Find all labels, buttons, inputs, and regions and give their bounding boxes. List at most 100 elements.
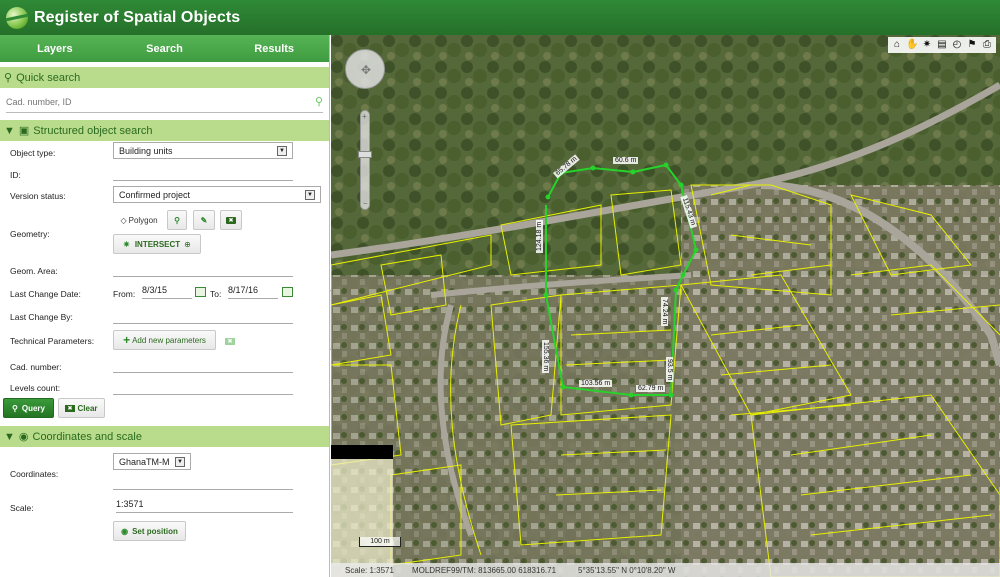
measurement-label: 74.24 m: [661, 297, 668, 327]
flag-icon[interactable]: ⚑: [966, 39, 978, 51]
version-status-select[interactable]: Confirmed project ▼: [113, 186, 321, 203]
erase-icon: ✖: [65, 404, 75, 412]
cad-number-label: Cad. number:: [10, 362, 62, 372]
dropdown-arrow-icon: ▼: [175, 456, 185, 467]
quick-search-title: Quick search: [16, 71, 81, 84]
tab-results[interactable]: Results: [219, 35, 329, 62]
crs-select[interactable]: GhanaTM-M ▼: [113, 453, 191, 470]
measurement-label: 103.56 m: [579, 380, 613, 387]
dropdown-arrow-icon: ▼: [277, 145, 287, 156]
measurement-label: 62.79 m: [636, 385, 666, 392]
search-icon: ⚲: [4, 72, 13, 84]
to-label: To:: [210, 289, 222, 299]
id-label: ID:: [10, 170, 21, 180]
quick-search-header[interactable]: ⚲ Quick search: [0, 66, 329, 88]
set-position-label: Set position: [132, 526, 178, 536]
zoom-search-icon: ⚲: [174, 215, 180, 225]
erase-icon: ✖: [226, 216, 236, 224]
cad-number-field[interactable]: [113, 372, 293, 373]
home-icon[interactable]: ⌂: [891, 39, 903, 51]
target-icon: ◉: [18, 431, 29, 443]
clock-icon[interactable]: ◴: [951, 39, 963, 51]
remove-parameters-button[interactable]: ✖: [220, 331, 240, 351]
calendar-icon[interactable]: [282, 287, 293, 297]
levels-count-field[interactable]: [113, 394, 293, 395]
structured-search-title: Structured object search: [33, 124, 153, 137]
measurement-label: 124.18 m: [536, 219, 543, 253]
set-position-button[interactable]: ◉ Set position: [113, 521, 186, 541]
geom-area-label: Geom. Area:: [10, 266, 58, 276]
query-button[interactable]: ⚲ Query: [3, 398, 54, 418]
query-label: Query: [21, 403, 45, 413]
status-geographic-coordinates: 5°35'13.55" N 0°10'8.20" W: [578, 565, 676, 575]
last-change-date-label: Last Change Date:: [10, 289, 81, 299]
map-view[interactable]: 60.6 m 65.78 m 115.43 m 124.18 m 155.36 m 74.…: [331, 35, 1000, 577]
polygon-button[interactable]: ◇ Polygon: [113, 210, 165, 230]
calendar-icon[interactable]: [195, 287, 206, 297]
form-icon: ▣: [18, 125, 30, 137]
from-date-input[interactable]: 8/3/15: [142, 284, 192, 299]
tech-params-label: Technical Parameters:: [10, 336, 95, 346]
measurement-label: 60.6 m: [613, 157, 639, 164]
scale-label: Scale:: [10, 503, 34, 513]
tab-search[interactable]: Search: [110, 35, 220, 62]
coordinates-title: Coordinates and scale: [32, 430, 142, 443]
scale-input[interactable]: 1:3571: [116, 498, 293, 513]
version-status-label: Version status:: [10, 191, 66, 201]
measurement-label: 93.5 m: [666, 357, 673, 383]
quick-search-icon[interactable]: ⚲: [315, 95, 323, 108]
add-parameters-button[interactable]: + Add new parameters: [113, 330, 216, 350]
zoom-to-geometry-button[interactable]: ⚲: [167, 210, 187, 230]
geom-area-field[interactable]: [113, 276, 293, 277]
object-type-select[interactable]: Building units ▼: [113, 142, 293, 159]
plus-icon: +: [123, 333, 131, 347]
tab-bar: Layers Search Results: [0, 35, 329, 62]
person-icon[interactable]: ✷: [921, 39, 933, 51]
intersect-label: INTERSECT: [134, 239, 181, 249]
status-projected-coordinates: MOLDREF99/TM: 813665.00 618316.71: [411, 565, 557, 575]
app-header: Register of Spatial Objects: [0, 0, 1000, 35]
zoom-out-icon[interactable]: −: [363, 199, 368, 208]
pan-arrows-icon: ✥: [360, 63, 372, 77]
coordinates-label: Coordinates:: [10, 469, 59, 479]
pan-control[interactable]: ✥: [345, 49, 385, 89]
status-bar: Scale: 1:3571 MOLDREF99/TM: 813665.00 61…: [331, 563, 1000, 577]
geometry-label: Geometry:: [10, 229, 50, 239]
object-type-value: Building units: [119, 145, 173, 156]
structured-search-header[interactable]: ▼ ▣ Structured object search: [0, 119, 329, 141]
zoom-in-icon[interactable]: +: [362, 112, 367, 121]
pan-icon[interactable]: ✋: [906, 39, 918, 51]
version-status-value: Confirmed project: [119, 189, 191, 200]
last-change-by-field[interactable]: [113, 323, 293, 324]
zoom-handle[interactable]: [358, 151, 372, 158]
clear-button[interactable]: ✖ Clear: [58, 398, 105, 418]
last-change-by-label: Last Change By:: [10, 312, 73, 322]
measurement-label: 155.36 m: [542, 340, 549, 374]
quick-search-input[interactable]: [6, 96, 286, 107]
dropdown-arrow-icon: ▼: [305, 189, 315, 200]
structured-form: Object type: Building units ▼ ID: Versio…: [0, 35, 330, 577]
chevron-down-icon: ⊕: [184, 239, 191, 249]
map-toolbar: ⌂ ✋ ✷ ▤ ◴ ⚑ ⎙: [888, 37, 996, 53]
person-icon: ✷: [123, 239, 130, 249]
zoom-slider[interactable]: + −: [358, 110, 372, 210]
target-icon: ◉: [121, 526, 129, 536]
left-panel: Layers Search Results ⚲ Quick search ⚲ ▼…: [0, 35, 330, 577]
intersect-button[interactable]: ✷ INTERSECT ⊕: [113, 234, 201, 254]
document-icon[interactable]: ▤: [936, 39, 948, 51]
erase-icon: ✖: [225, 337, 235, 345]
erase-geometry-button[interactable]: ✖: [220, 210, 242, 230]
collapse-arrow-icon: ▼: [4, 430, 15, 443]
app-title: Register of Spatial Objects: [34, 8, 241, 26]
draw-button[interactable]: ✎: [193, 210, 215, 230]
tab-layers[interactable]: Layers: [0, 35, 110, 62]
id-field[interactable]: [113, 180, 293, 181]
coordinates-header[interactable]: ▼ ◉ Coordinates and scale: [0, 425, 329, 447]
print-icon[interactable]: ⎙: [981, 39, 993, 51]
coordinates-field[interactable]: [113, 489, 293, 490]
to-date-input[interactable]: 8/17/16: [228, 284, 278, 299]
collapse-arrow-icon: ▼: [4, 124, 15, 137]
crs-value: GhanaTM-M: [119, 456, 170, 467]
object-type-label: Object type:: [10, 148, 56, 158]
app-window: Register of Spatial Objects Layers Searc…: [0, 0, 1000, 577]
